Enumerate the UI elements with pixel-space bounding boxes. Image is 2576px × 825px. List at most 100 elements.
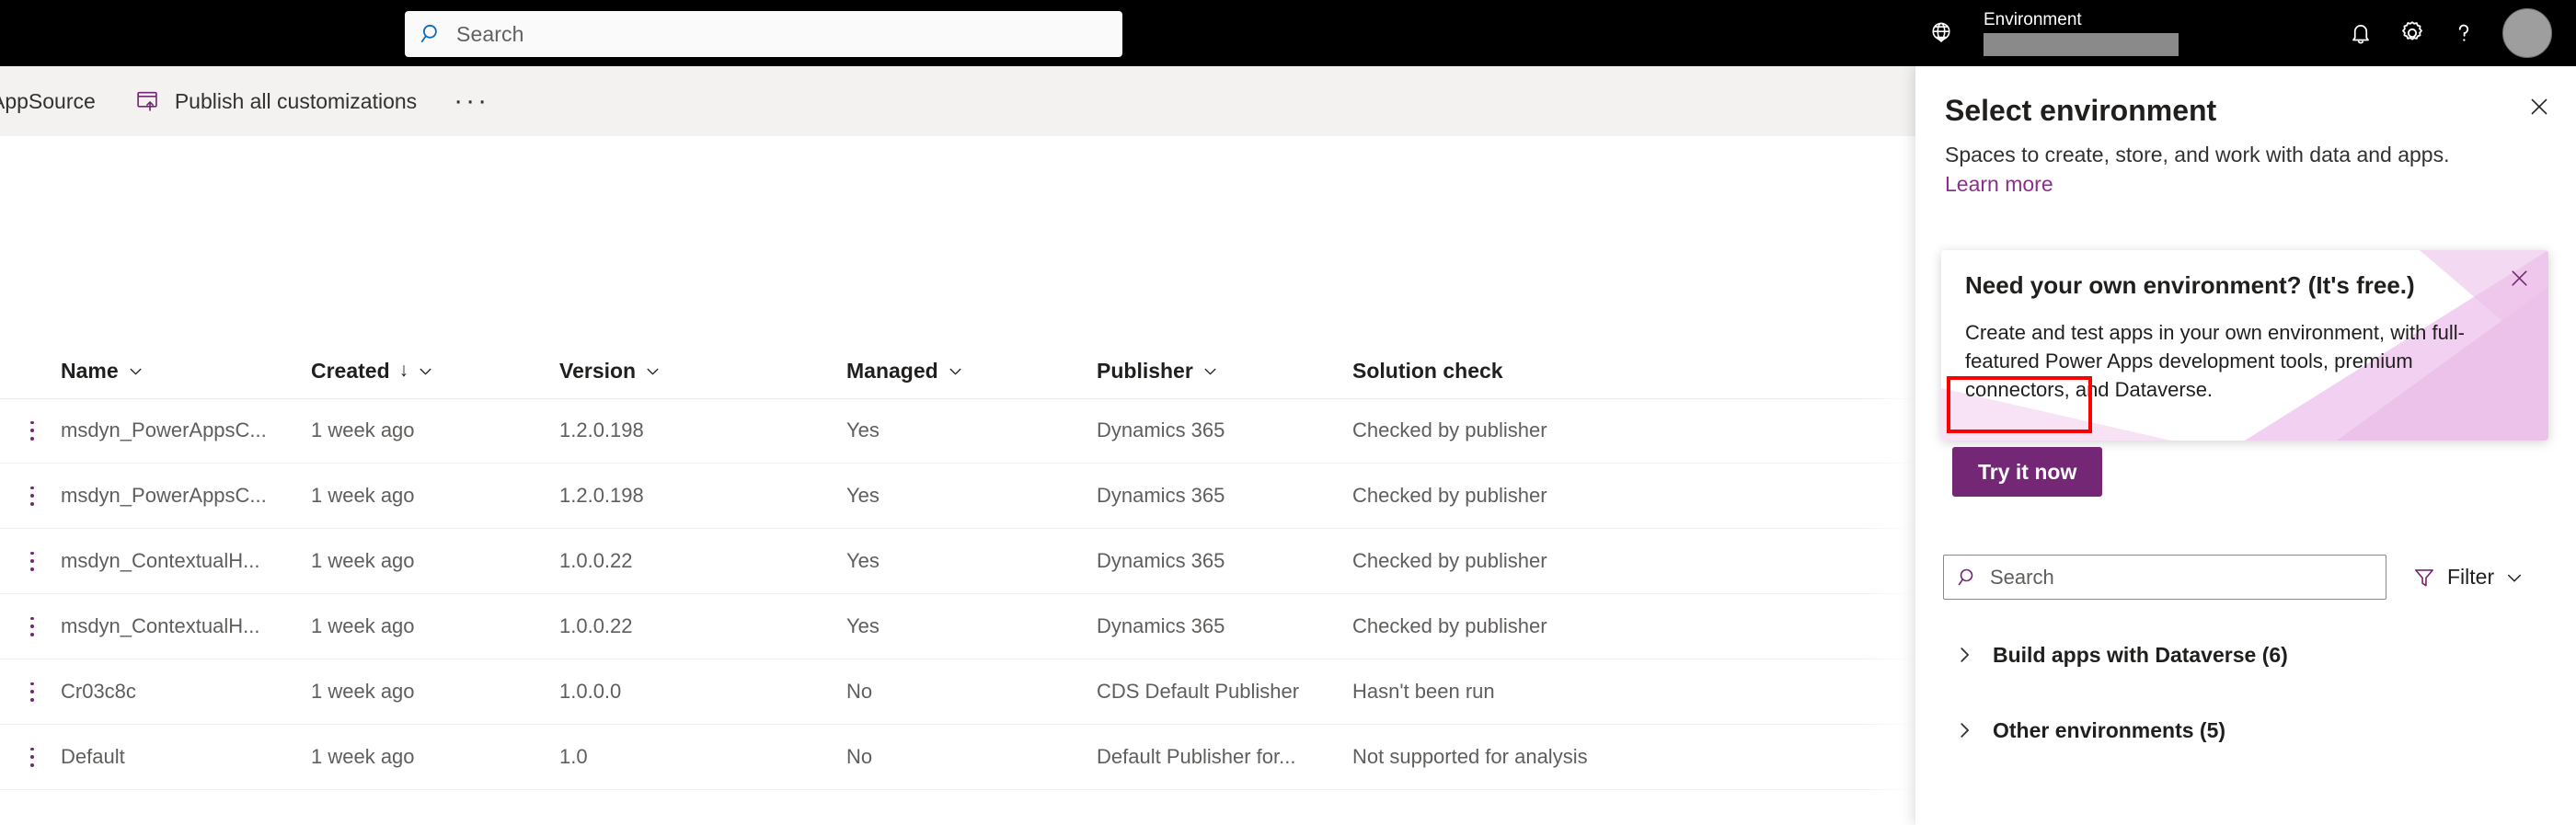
callout-body: Create and test apps in your own environ…: [1965, 321, 2465, 401]
cell-managed: Yes: [846, 614, 880, 637]
cell-publisher: Dynamics 365: [1097, 418, 1225, 441]
callout-title: Need your own environment? (It's free.): [1965, 271, 2415, 299]
chevron-right-icon: [1943, 645, 1985, 665]
cell-name: msdyn_PowerAppsC...: [61, 484, 267, 507]
table-header-row: Name Created ↓ Version Managed Publisher…: [0, 343, 1915, 399]
cell-managed: Yes: [846, 484, 880, 507]
filter-button[interactable]: Filter: [2412, 565, 2524, 590]
filter-funnel-icon: [2412, 566, 2436, 590]
column-header-created[interactable]: Created ↓: [311, 359, 559, 384]
column-header-publisher-label: Publisher: [1097, 358, 1193, 383]
environment-group-build-apps-with-dataverse[interactable]: Build apps with Dataverse (6): [1943, 631, 2550, 679]
table-row[interactable]: msdyn_ContextualH... 1 week ago 1.0.0.22…: [0, 529, 1915, 594]
cell-solution-check: Not supported for analysis: [1352, 745, 1588, 768]
column-header-solution-check[interactable]: Solution check: [1352, 359, 1720, 384]
publish-all-customizations-label: Publish all customizations: [174, 88, 418, 113]
publish-all-customizations-button[interactable]: Publish all customizations: [118, 66, 433, 136]
table-row[interactable]: Default 1 week ago 1.0 No Default Publis…: [0, 725, 1915, 790]
cell-name: msdyn_PowerAppsC...: [61, 418, 267, 441]
panel-header: Select environment Spaces to create, sto…: [1915, 66, 2576, 199]
help-question-icon[interactable]: [2438, 7, 2490, 59]
column-header-name[interactable]: Name: [61, 359, 311, 384]
teaching-callout: Need your own environment? (It's free.) …: [1941, 250, 2548, 441]
vertical-dots-icon: [30, 418, 34, 442]
column-header-managed-label: Managed: [846, 358, 938, 383]
cell-managed: Yes: [846, 418, 880, 441]
global-search-box[interactable]: Search: [405, 11, 1122, 57]
cell-created: 1 week ago: [311, 745, 415, 768]
notifications-bell-icon[interactable]: [2335, 7, 2386, 59]
environment-group-other-environments[interactable]: Other environments (5): [1943, 706, 2550, 754]
appsource-label: AppSource: [0, 88, 96, 113]
try-it-now-wrapper: Try it now: [1952, 447, 2103, 497]
vertical-dots-icon: [30, 680, 34, 704]
callout-content: Need your own environment? (It's free.) …: [1941, 250, 2548, 404]
column-header-version[interactable]: Version: [559, 359, 846, 384]
cell-name: Cr03c8c: [61, 680, 136, 703]
learn-more-link[interactable]: Learn more: [1945, 169, 2053, 199]
panel-title: Select environment: [1945, 94, 2217, 127]
row-more-menu-icon[interactable]: [0, 614, 61, 638]
table-row[interactable]: msdyn_PowerAppsC... 1 week ago 1.2.0.198…: [0, 398, 1915, 464]
table-row[interactable]: msdyn_PowerAppsC... 1 week ago 1.2.0.198…: [0, 464, 1915, 529]
publish-upload-icon: [134, 88, 160, 114]
select-environment-panel: Select environment Spaces to create, sto…: [1915, 66, 2576, 825]
sort-descending-icon: ↓: [398, 360, 409, 381]
cell-name: msdyn_ContextualH...: [61, 614, 260, 637]
cell-name: Default: [61, 745, 125, 768]
global-search-placeholder: Search: [456, 21, 524, 46]
filter-label: Filter: [2447, 565, 2495, 589]
vertical-dots-icon: [30, 484, 34, 508]
cell-created: 1 week ago: [311, 484, 415, 507]
cell-created: 1 week ago: [311, 418, 415, 441]
cell-solution-check: Checked by publisher: [1352, 549, 1547, 572]
table-row[interactable]: Cr03c8c 1 week ago 1.0.0.0 No CDS Defaul…: [0, 659, 1915, 725]
command-bar-overflow-button[interactable]: ···: [433, 66, 510, 136]
chevron-down-icon: [128, 363, 144, 379]
vertical-dots-icon: [30, 614, 34, 638]
row-more-menu-icon[interactable]: [0, 745, 61, 769]
table-row[interactable]: msdyn_ContextualH... 1 week ago 1.0.0.22…: [0, 594, 1915, 659]
chevron-down-icon: [1202, 363, 1218, 379]
cell-created: 1 week ago: [311, 680, 415, 703]
environment-group-label: Build apps with Dataverse (6): [1993, 642, 2288, 667]
cell-publisher: Default Publisher for...: [1097, 745, 1296, 768]
overflow-ellipsis-icon: ···: [454, 86, 490, 116]
environment-search-input[interactable]: Search: [1943, 555, 2386, 600]
chevron-down-icon: [2505, 568, 2524, 587]
row-more-menu-icon[interactable]: [0, 418, 61, 442]
cell-publisher: Dynamics 365: [1097, 614, 1225, 637]
close-icon[interactable]: [2519, 86, 2559, 127]
column-header-publisher[interactable]: Publisher: [1097, 359, 1352, 384]
column-header-solution-check-label: Solution check: [1352, 358, 1503, 383]
chevron-right-icon: [1943, 720, 1985, 740]
settings-gear-icon[interactable]: [2386, 7, 2438, 59]
environment-value-redacted: [1984, 33, 2179, 56]
row-more-menu-icon[interactable]: [0, 680, 61, 704]
try-it-now-button[interactable]: Try it now: [1952, 447, 2103, 497]
column-header-created-label: Created: [311, 358, 390, 383]
column-header-managed[interactable]: Managed: [846, 359, 1097, 384]
environment-label: Environment: [1984, 10, 2082, 29]
cell-created: 1 week ago: [311, 549, 415, 572]
cell-solution-check: Checked by publisher: [1352, 614, 1547, 637]
vertical-dots-icon: [30, 745, 34, 769]
row-more-menu-icon[interactable]: [0, 549, 61, 573]
cell-version: 1.2.0.198: [559, 484, 644, 507]
solutions-list-area: Name Created ↓ Version Managed Publisher…: [0, 136, 1915, 825]
cell-managed: Yes: [846, 549, 880, 572]
chevron-down-icon: [948, 363, 963, 379]
top-navigation-bar: Search Environment: [0, 0, 2576, 66]
row-more-menu-icon[interactable]: [0, 484, 61, 508]
environment-selector[interactable]: Environment: [1984, 7, 2179, 59]
cell-managed: No: [846, 745, 873, 768]
globe-icon[interactable]: [1915, 7, 1967, 59]
environment-search-placeholder: Search: [1990, 565, 2054, 589]
top-bar-actions: Environment: [1915, 0, 2576, 66]
callout-close-icon[interactable]: [2501, 259, 2537, 296]
user-avatar[interactable]: [2502, 8, 2552, 58]
cell-publisher: CDS Default Publisher: [1097, 680, 1300, 703]
cell-version: 1.2.0.198: [559, 418, 644, 441]
cell-created: 1 week ago: [311, 614, 415, 637]
appsource-button[interactable]: AppSource: [0, 66, 118, 136]
